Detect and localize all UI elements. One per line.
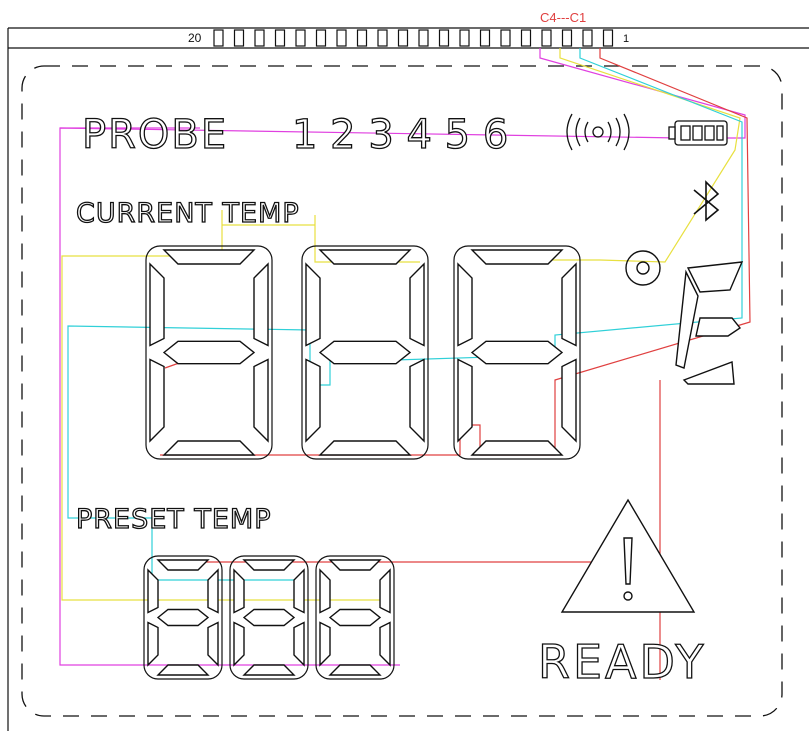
current-temp-digit-2 xyxy=(301,245,429,460)
connector-pin xyxy=(213,29,224,47)
preset-temp-digit-3 xyxy=(315,555,395,680)
preset-temp-label: PRESET TEMP xyxy=(76,504,272,535)
connector-pin xyxy=(233,29,245,47)
digit-segment xyxy=(233,621,245,667)
fahrenheit-unit-icon xyxy=(675,261,744,385)
digit-segment xyxy=(470,249,564,265)
wireless-signal-icon xyxy=(566,113,630,151)
digit-segment xyxy=(156,664,210,676)
digit-segment xyxy=(162,249,256,265)
digit-segment xyxy=(318,440,412,456)
digit-segment xyxy=(318,340,412,365)
connector-pin xyxy=(459,29,470,47)
digit-segment xyxy=(207,568,219,614)
digit-segment xyxy=(470,340,564,365)
bluetooth-icon xyxy=(693,180,720,222)
digit-segment xyxy=(319,568,331,614)
probe-numbers: 1 2 3 4 5 6 xyxy=(292,112,508,158)
current-temp-digit-3 xyxy=(453,245,581,460)
connector-pin xyxy=(274,29,286,47)
digit-segment xyxy=(242,664,296,676)
connector-pin xyxy=(377,29,388,47)
digit-segment xyxy=(147,621,159,667)
digit-segment xyxy=(319,621,331,667)
digit-segment xyxy=(242,559,296,571)
preset-temp-digit-2 xyxy=(229,555,309,680)
connector-pins xyxy=(213,29,614,47)
digit-segment xyxy=(561,262,577,347)
digit-segment xyxy=(149,262,165,347)
connector-pin xyxy=(541,29,552,47)
preset-temp-digits xyxy=(143,555,395,680)
probe-label: PROBE xyxy=(82,112,228,158)
connector-pin xyxy=(582,29,593,47)
digit-segment xyxy=(379,568,391,614)
connector-pin xyxy=(397,29,409,47)
ready-label: READY xyxy=(538,635,707,689)
pin-right-number: 1 xyxy=(623,33,629,45)
digit-segment xyxy=(379,621,391,667)
digit-segment xyxy=(147,568,159,614)
digit-segment xyxy=(253,262,269,347)
current-temp-label: CURRENT TEMP xyxy=(76,198,300,229)
common-label: C4---C1 xyxy=(540,10,586,25)
digit-segment xyxy=(561,358,577,443)
lcd-segment-schematic: 20 1 C4---C1 PROBE 1 2 3 4 5 6 CURRENT T… xyxy=(7,10,809,731)
digit-segment xyxy=(470,440,564,456)
preset-temp-digit-1 xyxy=(143,555,223,680)
current-temp-digits xyxy=(145,245,581,460)
connector-pin xyxy=(315,29,327,47)
digit-segment xyxy=(253,358,269,443)
digit-segment xyxy=(457,262,473,347)
pin-left-number: 20 xyxy=(188,31,202,45)
digit-segment xyxy=(305,358,321,443)
digit-segment xyxy=(328,608,382,627)
digit-segment xyxy=(207,621,219,667)
connector-pin xyxy=(602,29,614,47)
digit-segment xyxy=(293,621,305,667)
digit-segment xyxy=(162,340,256,365)
lcd-drawing: 20 1 C4---C1 PROBE 1 2 3 4 5 6 CURRENT T… xyxy=(0,0,809,731)
connector-pin xyxy=(356,29,368,47)
digit-segment xyxy=(162,440,256,456)
connector-pin xyxy=(438,29,450,47)
digit-segment xyxy=(409,358,425,443)
digit-segment xyxy=(328,664,382,676)
current-temp-digit-1 xyxy=(145,245,273,460)
digit-segment xyxy=(318,249,412,265)
connector-pin xyxy=(418,29,429,47)
connector-pin xyxy=(336,29,347,47)
connector-pin xyxy=(561,29,573,47)
warning-triangle-icon xyxy=(560,498,696,613)
digit-segment xyxy=(328,559,382,571)
connector-pin xyxy=(520,29,532,47)
digit-segment xyxy=(156,608,210,627)
digit-segment xyxy=(242,608,296,627)
digit-segment xyxy=(457,358,473,443)
connector-pin xyxy=(254,29,265,47)
digit-segment xyxy=(409,262,425,347)
digit-segment xyxy=(293,568,305,614)
battery-icon xyxy=(668,120,728,146)
digit-segment xyxy=(149,358,165,443)
degree-symbol-icon xyxy=(625,250,661,286)
glass-outline xyxy=(21,65,783,717)
connector-pin xyxy=(295,29,306,47)
digit-segment xyxy=(233,568,245,614)
digit-segment xyxy=(305,262,321,347)
connector-pin xyxy=(500,29,511,47)
digit-segment xyxy=(156,559,210,571)
connector-pin xyxy=(479,29,491,47)
